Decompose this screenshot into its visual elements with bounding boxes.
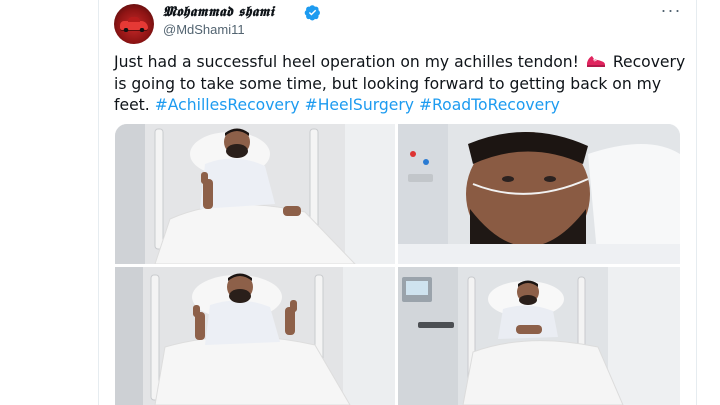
hashtag-road-to-recovery[interactable]: #RoadToRecovery <box>419 96 560 114</box>
media-grid <box>115 124 680 405</box>
author-display-name[interactable]: 𝕸𝖔𝖍𝖆𝖒𝖒𝖆𝖉 𝖘𝖍𝖆𝖒𝖎 <box>163 4 274 20</box>
tweet-text: Just had a successful heel operation on … <box>114 52 689 117</box>
card-border-right <box>696 0 697 405</box>
photo-2-illustration <box>398 124 680 264</box>
tweet-screenshot: 𝕸𝖔𝖍𝖆𝖒𝖒𝖆𝖉 𝖘𝖍𝖆𝖒𝖎 @MdShami11 ··· Just had a… <box>0 0 720 405</box>
avatar[interactable] <box>114 4 154 44</box>
photo-double-thumbs-up[interactable] <box>115 267 395 405</box>
tweet-text-part1: Just had a successful heel operation on … <box>114 53 584 71</box>
hashtag-heel-surgery[interactable]: #HeelSurgery <box>305 96 414 114</box>
more-options-icon[interactable]: ··· <box>660 1 682 22</box>
running-shoe-icon <box>586 56 605 67</box>
photo-thumbs-up-in-bed[interactable] <box>115 124 395 264</box>
photo-lying-in-hospital-bed[interactable] <box>398 267 680 405</box>
photo-4-illustration <box>398 267 680 405</box>
author-handle[interactable]: @MdShami11 <box>163 22 245 37</box>
car-icon <box>120 17 148 32</box>
photo-3-illustration <box>115 267 395 405</box>
verified-badge-icon <box>304 5 320 21</box>
card-border-left <box>98 0 99 405</box>
photo-1-illustration <box>115 124 395 264</box>
photo-selfie-with-oxygen-tube[interactable] <box>398 124 680 264</box>
hashtag-achilles-recovery[interactable]: #AchillesRecovery <box>155 96 300 114</box>
